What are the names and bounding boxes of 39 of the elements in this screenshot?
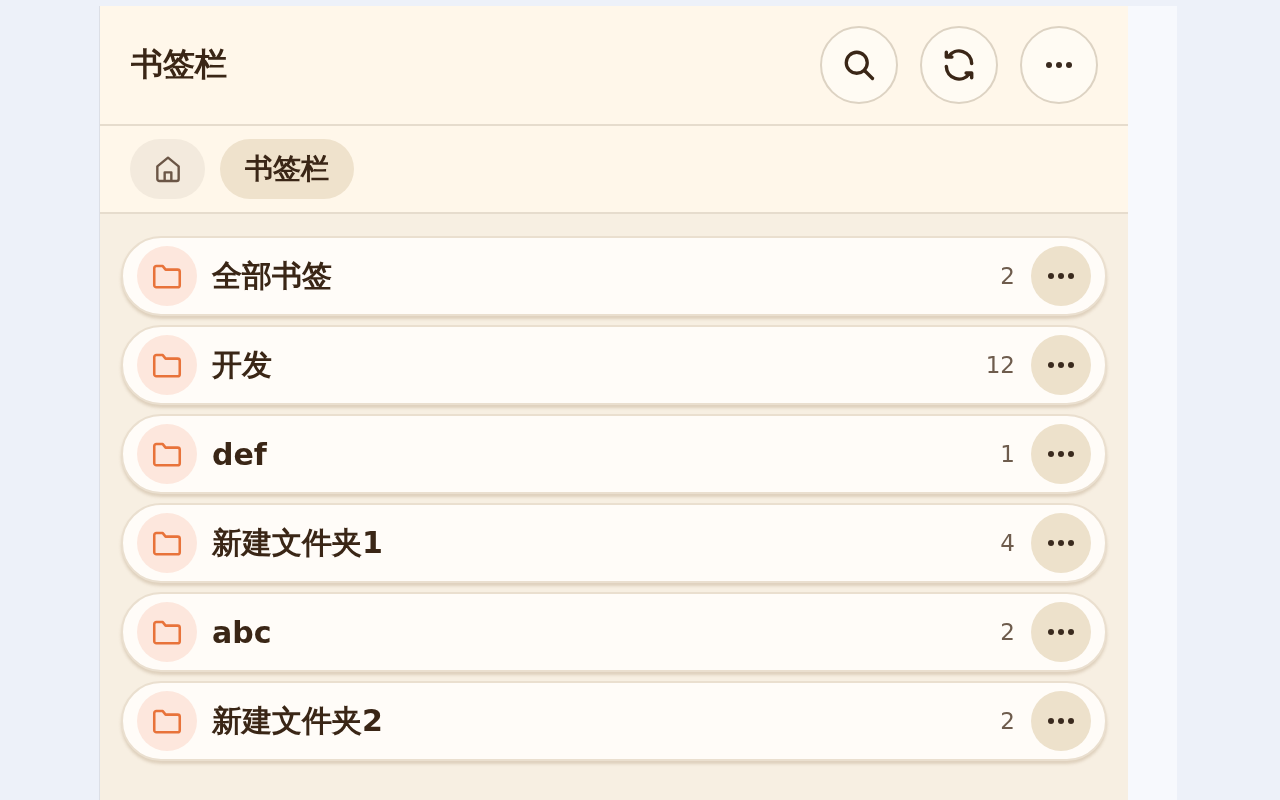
more-icon	[1047, 717, 1075, 725]
more-icon	[1047, 272, 1075, 280]
bookmark-count: 2	[1000, 619, 1015, 645]
breadcrumb-link[interactable]: 书签栏	[220, 139, 354, 199]
folder-name: def	[212, 436, 268, 472]
more-icon	[1045, 61, 1073, 69]
folder-row[interactable]: 新建文件夹1 4	[121, 503, 1107, 583]
more-button[interactable]	[1031, 424, 1091, 484]
more-icon	[1047, 628, 1075, 636]
more-icon	[1047, 361, 1075, 369]
folder-icon	[137, 424, 197, 484]
folder-icon	[137, 691, 197, 751]
folder-row[interactable]: def 1	[121, 414, 1107, 494]
folder-row[interactable]: 全部书签 2	[121, 236, 1107, 316]
more-icon	[1047, 539, 1075, 547]
folder-name: 新建文件夹2	[212, 701, 384, 740]
folder-row[interactable]: abc 2	[121, 592, 1107, 672]
folder-row[interactable]: 新建文件夹2 2	[121, 681, 1107, 761]
bookmark-count: 4	[1000, 530, 1015, 556]
folder-row[interactable]: 开发 12	[121, 325, 1107, 405]
folder-name: abc	[212, 614, 273, 650]
more-button[interactable]	[1031, 691, 1091, 751]
bookmark-count: 2	[1000, 263, 1015, 289]
more-button[interactable]	[1031, 602, 1091, 662]
folder-icon	[137, 513, 197, 573]
bookmark-count: 2	[1000, 708, 1015, 734]
folder-name: 全部书签	[212, 256, 333, 295]
folder-icon	[137, 246, 197, 306]
more-button[interactable]	[1031, 335, 1091, 395]
folder-icon	[137, 602, 197, 662]
bookmark-count: 1	[1000, 441, 1015, 467]
more-icon	[1047, 450, 1075, 458]
bookmark-count: 12	[985, 352, 1015, 378]
more-button[interactable]	[1031, 513, 1091, 573]
panel-title: 书签栏	[131, 44, 228, 85]
folder-name: 开发	[212, 345, 273, 384]
folder-icon	[137, 335, 197, 395]
more-button[interactable]	[1031, 246, 1091, 306]
folder-name: 新建文件夹1	[212, 523, 384, 562]
